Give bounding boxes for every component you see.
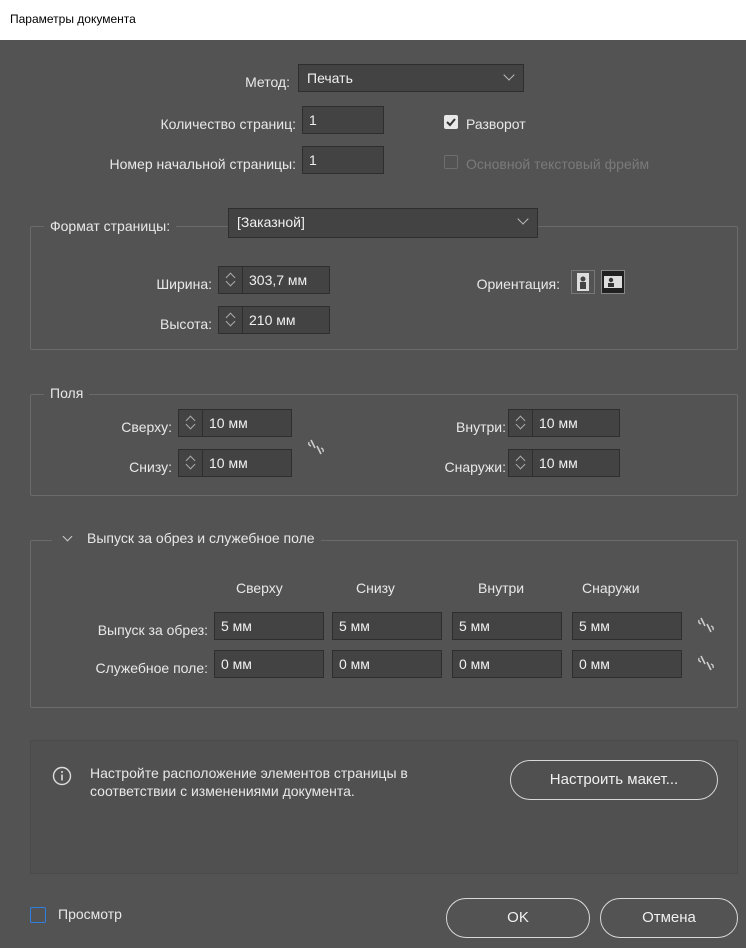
margin-outside-stepper[interactable]: 10 мм [508,449,620,477]
height-stepper[interactable]: 210 мм [218,306,330,334]
margin-outside-value[interactable]: 10 мм [533,450,584,476]
stepper-arrows-icon[interactable] [179,450,203,476]
slug-bottom-input[interactable]: 0 мм [332,650,442,678]
title-bar: Параметры документа [0,0,746,40]
margin-top-value[interactable]: 10 мм [203,410,254,436]
intent-label: Метод: [245,74,290,90]
page-size-value: [Заказной] [237,214,305,230]
col-inside-header: Внутри [478,580,525,596]
bleed-bottom-input[interactable]: 5 мм [332,612,442,640]
bleed-section-toggle[interactable]: Выпуск за обрез и служебное поле [52,530,321,546]
orientation-label: Ориентация: [476,276,560,292]
col-top-header: Сверху [236,580,283,596]
bleed-top-input[interactable]: 5 мм [214,612,324,640]
bleed-inside-input[interactable]: 5 мм [452,612,562,640]
window-title: Параметры документа [10,12,136,26]
margin-inside-stepper[interactable]: 10 мм [508,409,620,437]
portrait-icon[interactable] [571,270,595,294]
broken-chain-link-icon[interactable] [306,436,326,458]
cancel-button[interactable]: Отмена [600,898,738,938]
chevron-down-icon [62,531,73,541]
slug-inside-input[interactable]: 0 мм [452,650,562,678]
width-label: Ширина: [156,276,212,292]
primary-text-frame-label: Основной текстовый фрейм [466,156,650,172]
margin-inside-label: Внутри: [456,419,506,435]
width-stepper[interactable]: 303,7 мм [218,266,330,294]
intent-value: Печать [307,70,353,86]
primary-text-frame-checkbox[interactable] [444,155,458,169]
margin-bottom-stepper[interactable]: 10 мм [178,449,292,477]
margin-bottom-value[interactable]: 10 мм [203,450,254,476]
slug-row-label: Служебное поле: [95,660,208,676]
margins-group [30,394,738,496]
stepper-arrows-icon[interactable] [509,450,533,476]
chevron-down-icon [503,69,515,81]
margin-bottom-label: Снизу: [129,459,172,475]
start-page-label: Номер начальной страницы: [109,156,296,172]
intent-dropdown[interactable]: Печать [298,64,524,92]
width-value[interactable]: 303,7 мм [243,267,313,293]
info-icon [52,766,72,786]
facing-pages-checkbox[interactable] [444,115,458,129]
margin-top-label: Сверху: [121,419,172,435]
preview-checkbox[interactable] [30,907,46,923]
page-size-group [30,226,738,350]
landscape-icon[interactable] [601,270,625,294]
broken-chain-link-icon[interactable] [696,652,716,674]
slug-outside-input[interactable]: 0 мм [572,650,682,678]
stepper-arrows-icon[interactable] [219,267,243,293]
stepper-arrows-icon[interactable] [219,307,243,333]
height-value[interactable]: 210 мм [243,307,302,333]
margins-title: Поля [44,385,90,401]
preview-label: Просмотр [58,906,122,922]
col-bottom-header: Снизу [356,580,395,596]
stepper-arrows-icon[interactable] [509,410,533,436]
adjust-layout-button[interactable]: Настроить макет... [510,760,718,800]
info-text: Настройте расположение элементов страниц… [90,765,408,799]
page-count-label: Количество страниц: [160,116,296,132]
checkmark-icon [446,118,456,127]
height-label: Высота: [160,316,212,332]
stepper-arrows-icon[interactable] [179,410,203,436]
page-count-input[interactable]: 1 [302,106,384,134]
col-outside-header: Снаружи [582,580,640,596]
broken-chain-link-icon[interactable] [696,614,716,636]
page-size-label: Формат страницы: [44,218,177,234]
slug-top-input[interactable]: 0 мм [214,650,324,678]
start-page-input[interactable]: 1 [302,146,384,174]
chevron-down-icon [517,213,529,225]
margin-inside-value[interactable]: 10 мм [533,410,584,436]
bleed-outside-input[interactable]: 5 мм [572,612,682,640]
margin-outside-label: Снаружи: [444,459,507,475]
bleed-section-title: Выпуск за обрез и служебное поле [87,530,315,546]
ok-button[interactable]: OK [446,898,590,938]
page-size-dropdown[interactable]: [Заказной] [228,208,538,238]
margin-top-stepper[interactable]: 10 мм [178,409,292,437]
bleed-row-label: Выпуск за обрез: [97,622,208,638]
facing-pages-label: Разворот [466,116,526,132]
